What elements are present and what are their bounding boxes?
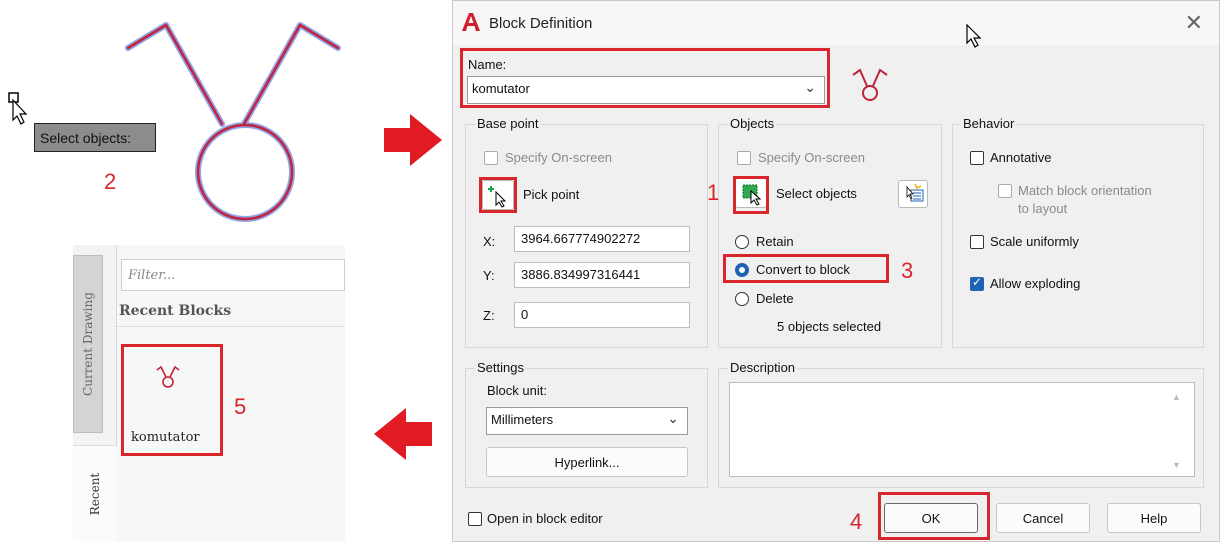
komutator-symbol xyxy=(125,22,341,222)
x-label: X: xyxy=(483,234,496,249)
objects-specify-label: Specify On-screen xyxy=(758,150,865,165)
y-input[interactable]: 3886.834997316441 xyxy=(514,262,690,288)
tab-recent[interactable]: Recent xyxy=(73,445,117,542)
cancel-button[interactable]: Cancel xyxy=(996,503,1090,533)
highlight-pick-point xyxy=(479,177,517,213)
chevron-down-icon: ⌄ xyxy=(667,410,679,426)
y-label: Y: xyxy=(483,268,495,283)
match-orientation-label-2: to layout xyxy=(1018,201,1068,216)
divider xyxy=(117,326,345,327)
mouse-pointer-icon xyxy=(966,23,982,48)
quick-select-icon xyxy=(906,183,924,202)
arrow-right-icon xyxy=(384,114,442,166)
tab-current-drawing[interactable]: Current Drawing xyxy=(73,255,103,433)
scroll-up-icon[interactable]: ▲ xyxy=(1172,392,1181,402)
behavior-title: Behavior xyxy=(961,116,1017,131)
tab-recent-label: Recent xyxy=(88,472,102,516)
step-2-label: 2 xyxy=(104,169,117,194)
match-orientation-label-1: Match block orientation xyxy=(1018,183,1152,198)
objects-title: Objects xyxy=(728,116,777,131)
highlight-convert-to-block xyxy=(723,254,889,283)
cursor-icon xyxy=(8,92,28,125)
base-specify-checkbox[interactable] xyxy=(484,151,498,165)
match-orientation-checkbox[interactable] xyxy=(998,184,1012,198)
step-3-label: 3 xyxy=(901,258,914,283)
recent-blocks-heading: Recent Blocks xyxy=(119,303,232,319)
open-block-editor-checkbox[interactable] xyxy=(468,512,482,526)
allow-exploding-label: Allow exploding xyxy=(990,276,1081,291)
delete-radio[interactable] xyxy=(735,292,749,306)
tab-current-drawing-label: Current Drawing xyxy=(81,292,95,396)
z-input[interactable]: 0 xyxy=(514,302,690,328)
dialog-titlebar: Block Definition ✕ xyxy=(453,1,1219,48)
highlight-ok xyxy=(878,492,990,540)
pick-point-label: Pick point xyxy=(523,187,580,202)
retain-label: Retain xyxy=(756,234,794,249)
arrow-left-icon xyxy=(374,408,432,460)
annotative-label: Annotative xyxy=(990,150,1052,165)
scale-uniformly-label: Scale uniformly xyxy=(990,234,1079,249)
x-input[interactable]: 3964.667774902272 xyxy=(514,226,690,252)
select-objects-tooltip: Select objects: xyxy=(34,123,156,152)
palette-tab-strip: Current Drawing Recent xyxy=(73,245,117,542)
objects-specify-checkbox[interactable] xyxy=(737,151,751,165)
step-4-label: 4 xyxy=(850,509,863,534)
highlight-name xyxy=(460,48,830,108)
delete-label: Delete xyxy=(756,291,794,306)
select-objects-label: Select objects xyxy=(776,186,857,201)
close-icon[interactable]: ✕ xyxy=(1185,10,1203,36)
description-title: Description xyxy=(728,360,798,375)
objects-selected-count: 5 objects selected xyxy=(777,319,882,334)
step-1-label: 1 xyxy=(707,180,720,205)
filter-input[interactable]: Filter... xyxy=(121,259,345,291)
scale-uniformly-checkbox[interactable] xyxy=(970,235,984,249)
highlight-block-thumbnail xyxy=(121,344,223,456)
open-block-editor-label: Open in block editor xyxy=(487,511,603,526)
block-unit-select[interactable]: Millimeters ⌄ xyxy=(486,407,688,435)
annotative-checkbox[interactable] xyxy=(970,151,984,165)
step-5-label: 5 xyxy=(234,394,247,419)
quick-select-button[interactable] xyxy=(898,180,928,208)
settings-title: Settings xyxy=(475,360,526,375)
help-button[interactable]: Help xyxy=(1107,503,1201,533)
dialog-title: Block Definition xyxy=(489,15,593,32)
block-unit-value: Millimeters xyxy=(491,412,554,427)
allow-exploding-checkbox[interactable] xyxy=(970,275,984,291)
base-point-title: Base point xyxy=(475,116,541,131)
block-preview-icon xyxy=(852,68,888,101)
description-textarea[interactable] xyxy=(729,382,1195,477)
z-label: Z: xyxy=(483,308,495,323)
block-unit-label: Block unit: xyxy=(487,383,547,398)
scroll-down-icon[interactable]: ▼ xyxy=(1172,460,1181,470)
base-specify-label: Specify On-screen xyxy=(505,150,612,165)
retain-radio[interactable] xyxy=(735,235,749,249)
hyperlink-button[interactable]: Hyperlink... xyxy=(486,447,688,477)
highlight-select-objects xyxy=(733,176,769,214)
autocad-logo-icon xyxy=(462,13,480,31)
